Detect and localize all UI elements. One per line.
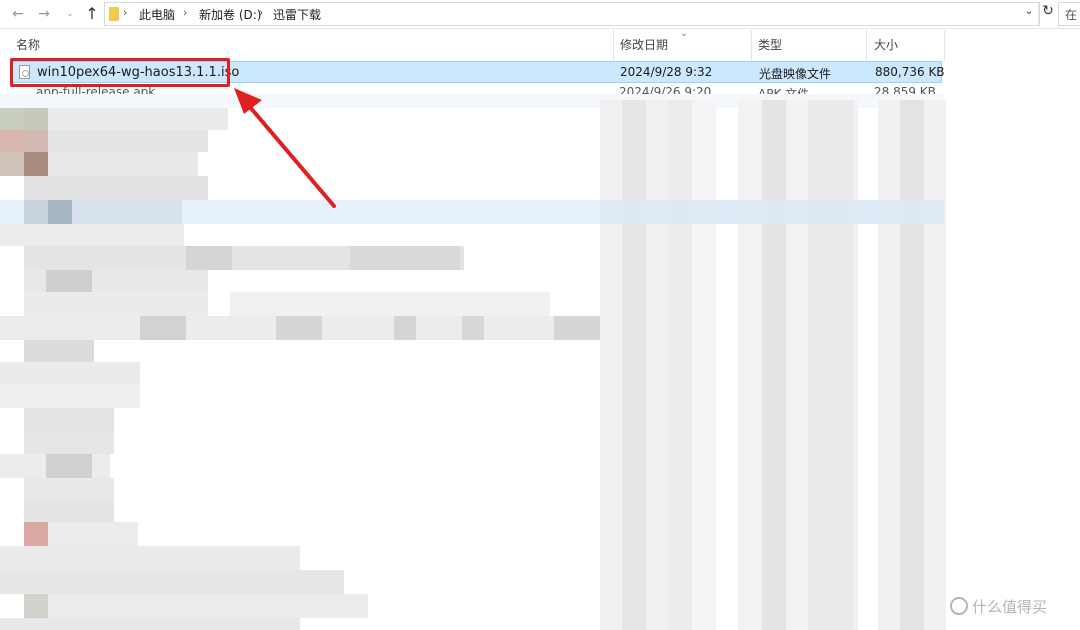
watermark: 什么值得买: [950, 596, 1047, 617]
watermark-text: 什么值得买: [972, 598, 1048, 616]
annotation-arrow-icon: [234, 88, 336, 208]
watermark-logo-icon: [950, 597, 968, 615]
